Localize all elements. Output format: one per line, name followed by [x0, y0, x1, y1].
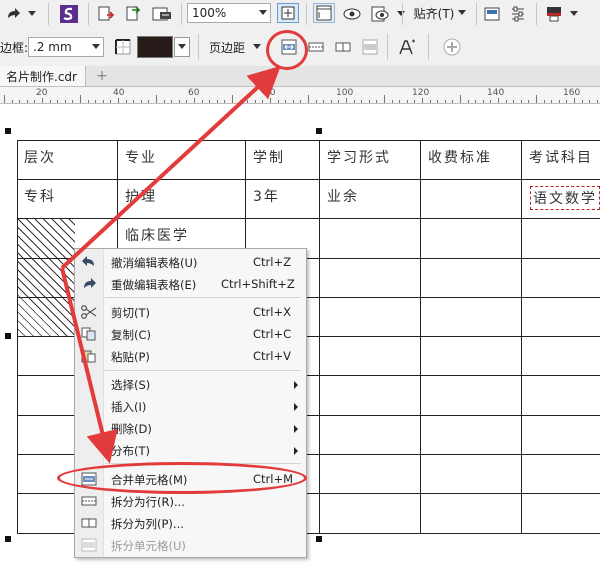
- annotation-arrow-to-menu: [60, 267, 118, 464]
- annotation-arrow-to-toolbar: [60, 65, 281, 270]
- annotation-arrows: [60, 65, 281, 464]
